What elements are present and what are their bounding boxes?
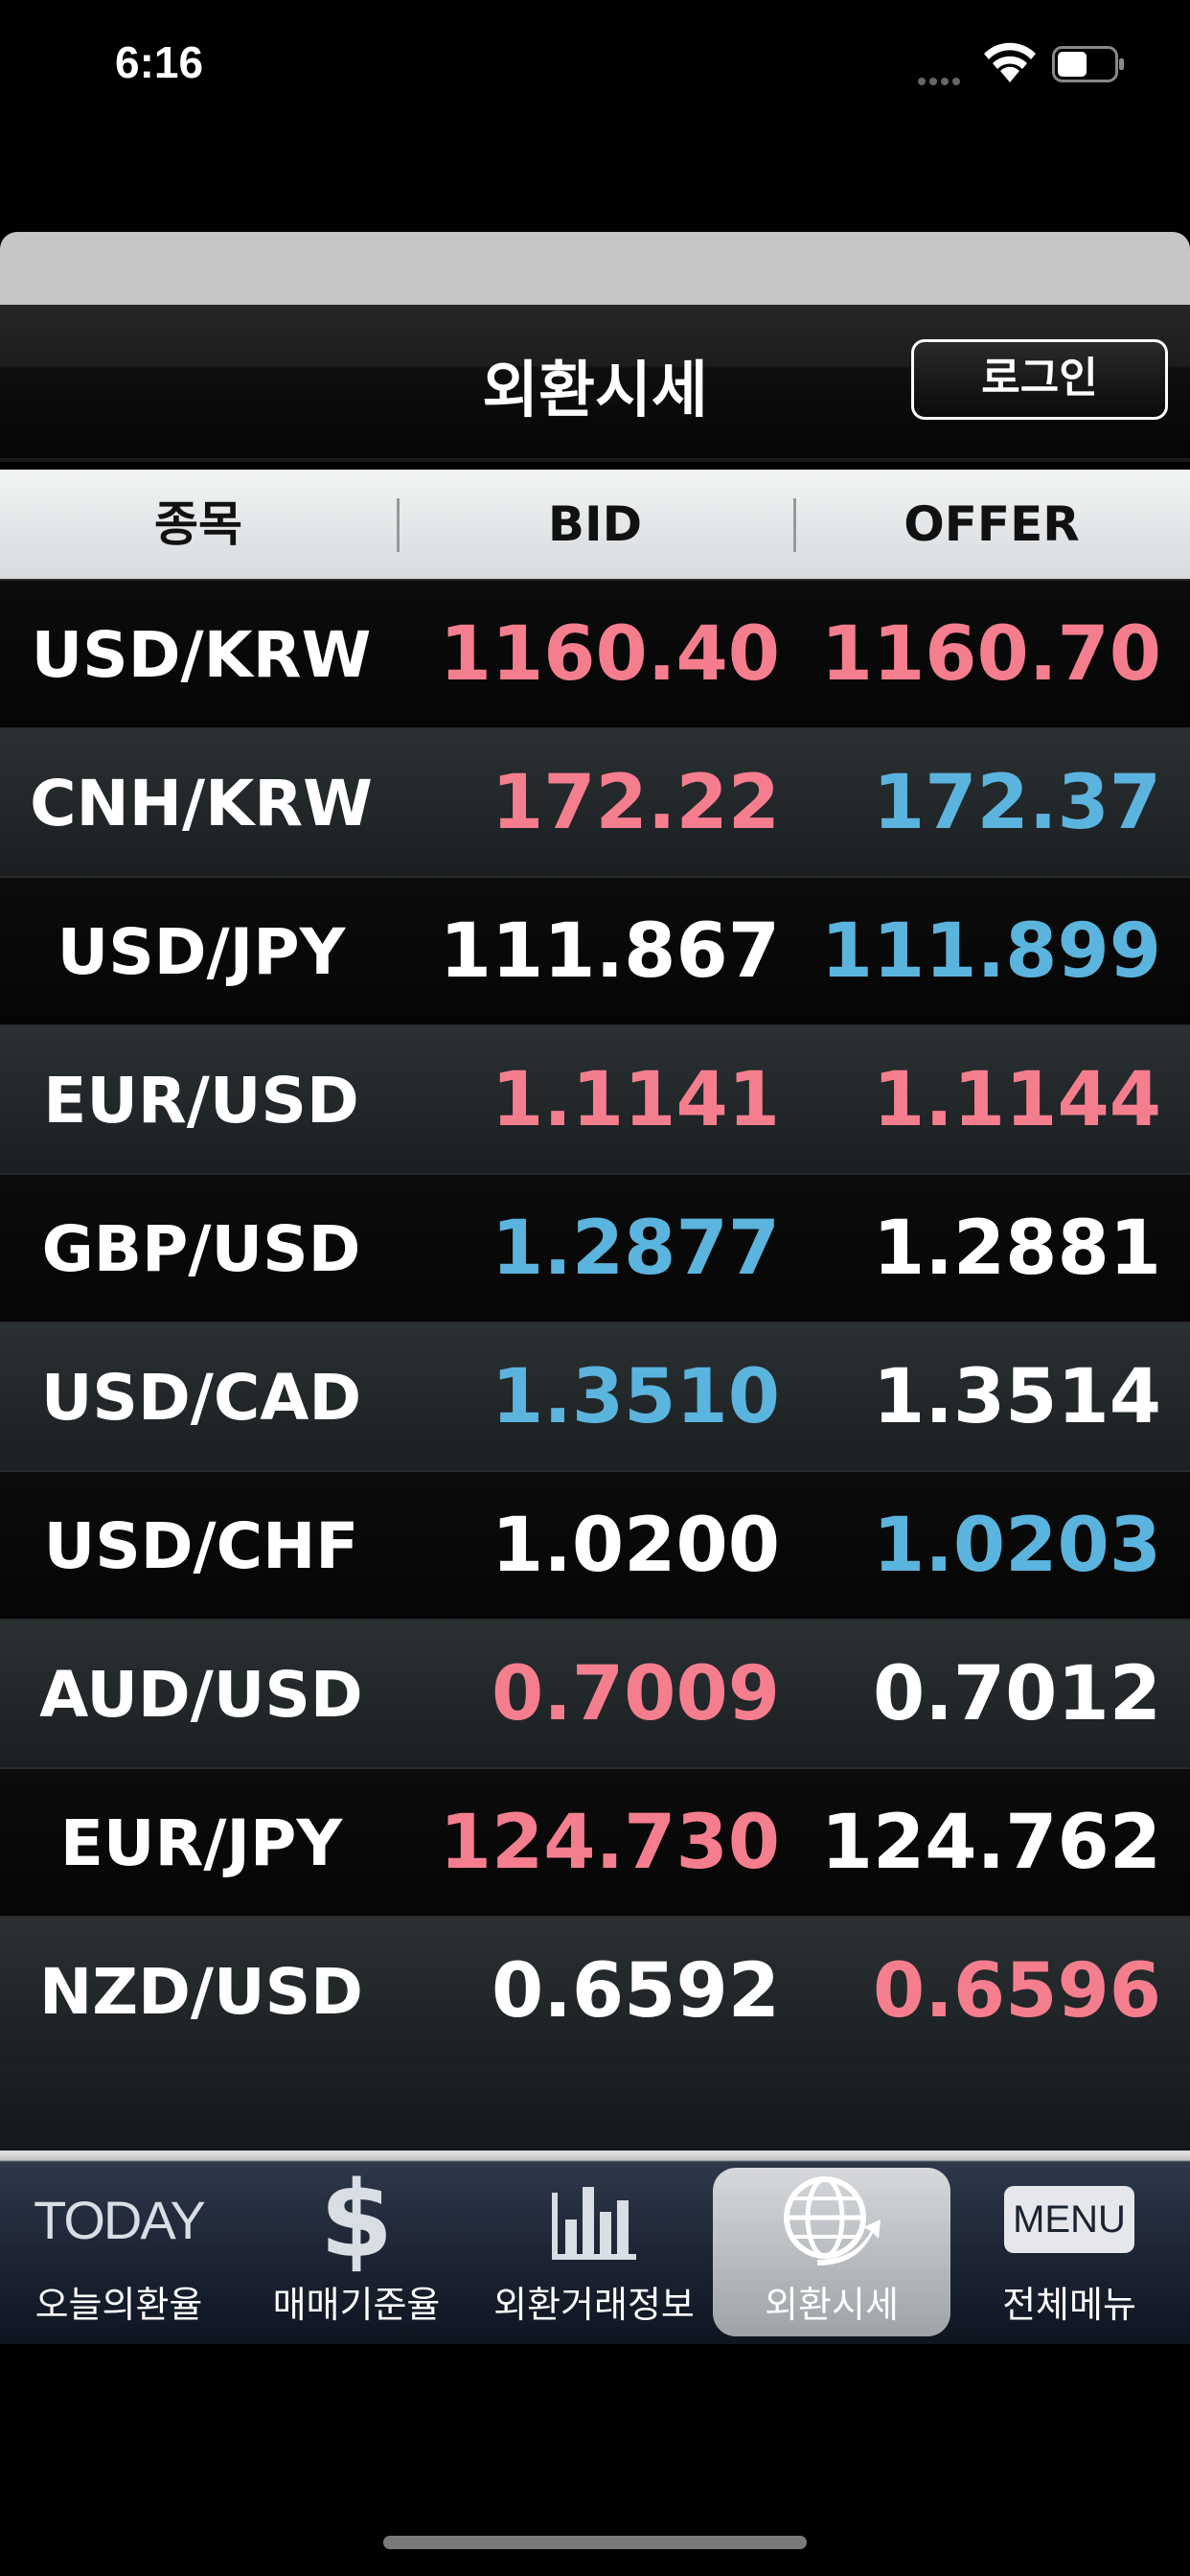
bid-price: 0.7009 [492,1651,780,1737]
offer-price: 1.1144 [873,1057,1161,1143]
offer-price: 0.7012 [873,1651,1161,1737]
cellular-signal-icon [918,71,973,85]
home-indicator[interactable] [383,2536,807,2549]
offer-price: 1.0203 [873,1503,1161,1589]
bid-price: 111.867 [439,908,780,995]
dollar-icon: $ [319,2158,394,2281]
offer-price: 111.899 [820,908,1161,995]
login-button[interactable]: 로그인 [911,339,1168,420]
offer-price: 1160.70 [820,611,1161,698]
pair-name: EUR/JPY [59,1806,343,1880]
battery-icon [1052,46,1124,82]
offer-price: 0.6596 [873,1948,1161,2035]
globe-arrow-icon [713,2168,950,2271]
quote-list: USD/KRW 1160.40 1160.70 CNH/KRW 172.22 1… [0,579,1190,2064]
tab-fx-trade-info[interactable]: 외환거래정보 [475,2168,713,2336]
today-icon: TODAY [34,2189,206,2250]
top-strip [0,232,1190,305]
bid-price: 0.6592 [492,1948,780,2035]
table-header: 종목 BID OFFER [0,470,1190,579]
quote-row[interactable]: CNH/KRW 172.22 172.37 [0,727,1190,876]
bid-price: 1.3510 [492,1354,780,1440]
tab-bar: TODAY 오늘의환율 $ 매매기준율 외환거래정보 외환시세 MENU 전체메… [0,2150,1190,2344]
pair-name: AUD/USD [39,1658,363,1732]
status-bar: 6:16 [0,0,1190,134]
bid-price: 1.2877 [492,1206,780,1292]
quote-row[interactable]: USD/CAD 1.3510 1.3514 [0,1322,1190,1470]
quote-row[interactable]: EUR/JPY 124.730 124.762 [0,1767,1190,1916]
header-bid: BID [397,470,793,579]
quote-row[interactable]: USD/KRW 1160.40 1160.70 [0,579,1190,727]
quote-row[interactable]: USD/JPY 111.867 111.899 [0,876,1190,1024]
pair-name: NZD/USD [39,1955,363,2029]
pair-name: CNH/KRW [30,767,373,840]
pair-name: GBP/USD [41,1212,361,1286]
bar-chart-icon [475,2168,713,2271]
pair-name: USD/CAD [40,1361,362,1435]
tab-label: 오늘의환율 [34,2284,203,2326]
bid-price: 1.0200 [492,1503,780,1589]
wifi-icon [984,42,1036,82]
quote-row[interactable]: NZD/USD 0.6592 0.6596 [0,1916,1190,2064]
tab-today-rates[interactable]: TODAY 오늘의환율 [0,2168,238,2336]
bid-price: 124.730 [439,1800,780,1886]
menu-icon: MENU [950,2168,1188,2271]
pair-name: USD/CHF [43,1509,359,1583]
bid-price: 172.22 [492,760,780,846]
status-time: 6:16 [115,37,204,87]
tab-label: 전체메뉴 [1002,2284,1136,2326]
quote-row[interactable]: USD/CHF 1.0200 1.0203 [0,1470,1190,1619]
offer-price: 172.37 [873,760,1161,846]
tab-label: 매매기준율 [272,2284,441,2326]
pair-name: USD/KRW [31,618,372,692]
header-offer: OFFER [793,470,1190,579]
offer-price: 124.762 [820,1800,1161,1886]
bid-price: 1160.40 [439,611,780,698]
bid-price: 1.1141 [492,1057,780,1143]
tab-fx-quotes[interactable]: 외환시세 [713,2168,950,2336]
header-symbol: 종목 [154,496,242,552]
offer-price: 1.2881 [873,1206,1161,1292]
pair-name: EUR/USD [43,1064,359,1138]
tab-base-rate[interactable]: $ 매매기준율 [238,2158,475,2336]
offer-price: 1.3514 [873,1354,1161,1440]
app-container: 외환시세 로그인 종목 BID OFFER USD/KRW 1160.40 11… [0,232,1190,2344]
quote-row[interactable]: GBP/USD 1.2877 1.2881 [0,1173,1190,1322]
pair-name: USD/JPY [57,915,346,989]
tab-label: 외환거래정보 [493,2284,695,2326]
quote-row[interactable]: EUR/USD 1.1141 1.1144 [0,1024,1190,1173]
tab-label: 외환시세 [765,2284,899,2326]
quote-row[interactable]: AUD/USD 0.7009 0.7012 [0,1619,1190,1767]
tab-all-menu[interactable]: MENU 전체메뉴 [950,2168,1188,2336]
